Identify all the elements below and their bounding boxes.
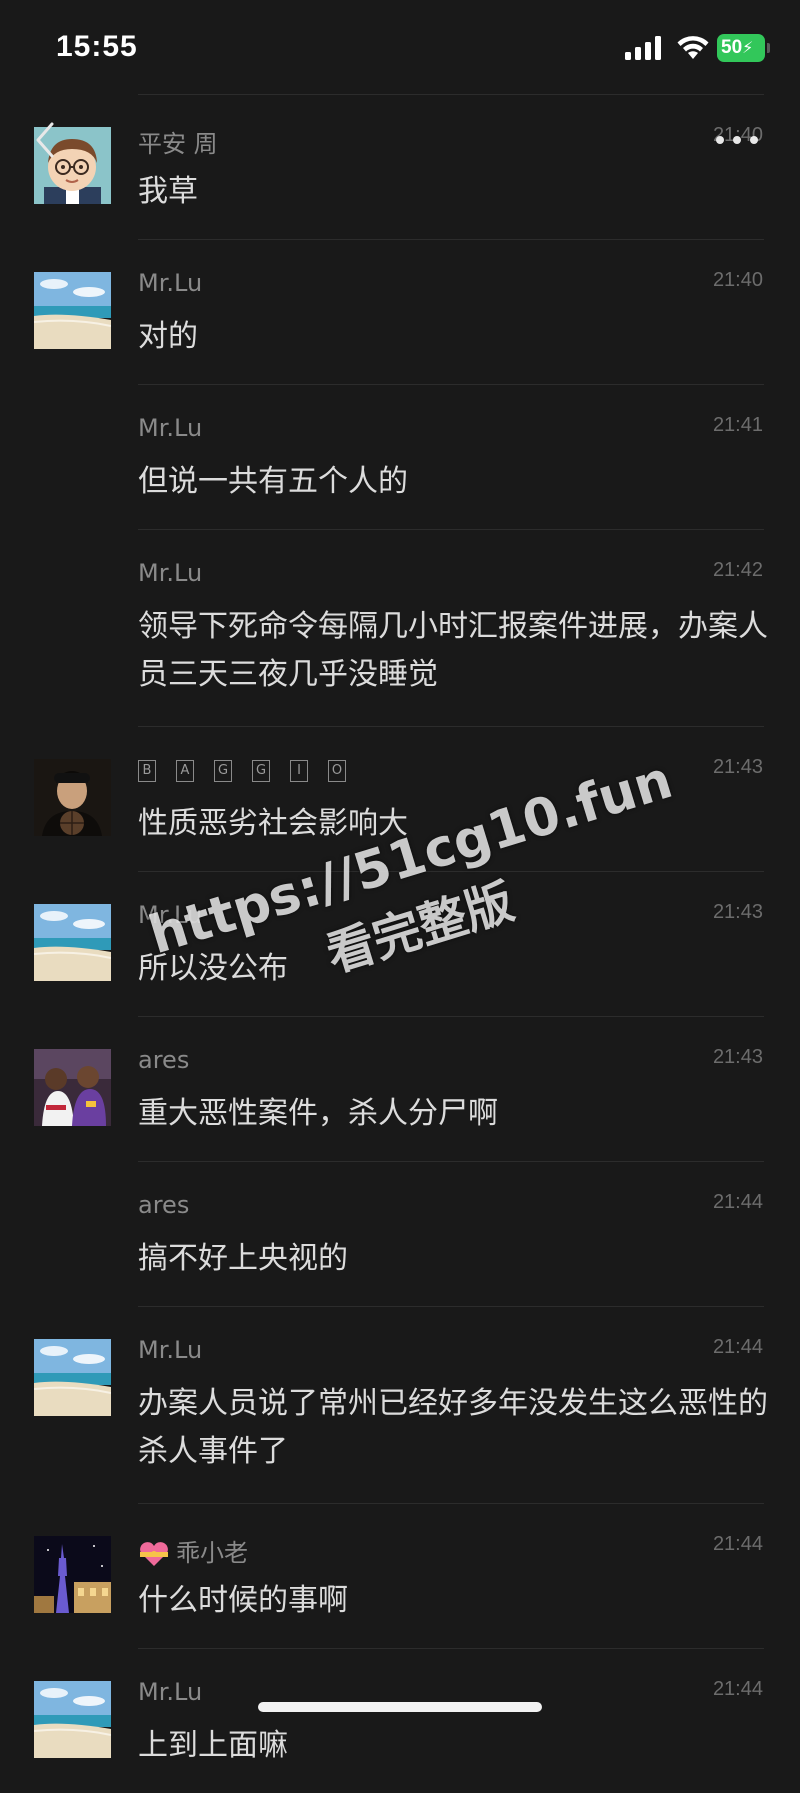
message-time: 21:44 <box>712 1678 763 1700</box>
avatar[interactable] <box>34 1049 111 1126</box>
beach-avatar <box>34 1339 111 1416</box>
message-time: 21:43 <box>712 756 763 778</box>
beach-avatar <box>34 272 111 349</box>
message-text: 性质恶劣社会影响大 <box>138 806 408 841</box>
charging-icon: ⚡ <box>742 40 754 57</box>
message-text: 上到上面嘛 <box>138 1728 288 1763</box>
chevron-left-icon[interactable] <box>30 120 62 160</box>
sender-name[interactable]: 乖小老 <box>138 1533 248 1568</box>
divider <box>138 1016 764 1017</box>
message-row[interactable]: Mr.Lu 21:43 所以没公布 <box>0 871 800 1016</box>
avatar[interactable] <box>34 1339 111 1416</box>
beach-avatar <box>34 904 111 981</box>
sender-letter-o: O <box>328 760 346 782</box>
man-dark-avatar <box>34 759 111 836</box>
message-row[interactable]: BAGGIO 21:43 性质恶劣社会影响大 <box>0 726 800 871</box>
message-time: 21:42 <box>712 559 763 581</box>
divider <box>138 871 764 872</box>
divider <box>138 94 764 95</box>
message-row[interactable]: Mr.Lu 21:44 上到上面嘛 <box>0 1648 800 1793</box>
message-text: 但说一共有五个人的 <box>138 464 408 499</box>
message-row[interactable]: Mr.Lu 21:40 对的 <box>0 239 800 384</box>
message-row[interactable]: ares 21:43 重大恶性案件，杀人分尸啊 <box>0 1016 800 1161</box>
beach-avatar <box>34 1681 111 1758</box>
more-icon[interactable] <box>712 132 762 148</box>
message-row[interactable]: 乖小老 21:44 什么时候的事啊 <box>0 1503 800 1648</box>
divider <box>138 239 764 240</box>
sender-name[interactable]: Mr.Lu <box>138 901 202 929</box>
message-text: 什么时候的事啊 <box>138 1583 348 1618</box>
eiffel-night-avatar <box>34 1536 111 1613</box>
sender-letter-g: G <box>252 760 270 782</box>
sender-name[interactable]: 平安 周 <box>138 124 218 159</box>
status-time: 15:55 <box>56 30 138 63</box>
message-text: 所以没公布 <box>138 951 288 986</box>
avatar[interactable] <box>34 272 111 349</box>
message-time: 21:44 <box>712 1533 763 1555</box>
sender-name[interactable]: ares <box>138 1191 189 1219</box>
sender-name[interactable]: ares <box>138 1046 189 1074</box>
divider <box>138 1306 764 1307</box>
message-list[interactable]: 平安 周 21:40 我草 Mr.Lu 21:40 对的 Mr.Lu 21:41… <box>0 94 800 1793</box>
status-bar: 15:55 50⚡ <box>0 0 800 95</box>
sender-name[interactable]: Mr.Lu <box>138 559 202 587</box>
divider <box>138 726 764 727</box>
sender-name[interactable]: Mr.Lu <box>138 1678 202 1706</box>
sender-letter-b: B <box>138 760 156 782</box>
home-indicator[interactable] <box>258 1702 542 1712</box>
message-row[interactable]: Mr.Lu 21:44 办案人员说了常州已经好多年没发生这么恶性的杀人事件了 <box>0 1306 800 1503</box>
heart-ribbon-icon <box>140 1542 168 1566</box>
sender-name-text: 乖小老 <box>176 1539 248 1567</box>
avatar[interactable] <box>34 904 111 981</box>
signal-icon <box>625 36 661 60</box>
battery-level: 50 <box>721 37 743 58</box>
divider <box>138 1648 764 1649</box>
divider <box>138 1503 764 1504</box>
message-time: 21:43 <box>712 901 763 923</box>
message-row[interactable]: ares 21:44 搞不好上央视的 <box>0 1161 800 1306</box>
sender-name[interactable]: Mr.Lu <box>138 1336 202 1364</box>
avatar[interactable] <box>34 1536 111 1613</box>
divider <box>138 529 764 530</box>
message-time: 21:43 <box>712 1046 763 1068</box>
message-row[interactable]: 平安 周 21:40 我草 <box>0 94 800 239</box>
divider <box>138 384 764 385</box>
message-time: 21:44 <box>712 1336 763 1358</box>
divider <box>138 1161 764 1162</box>
avatar[interactable] <box>34 1681 111 1758</box>
sender-letter-a: A <box>176 760 194 782</box>
message-time: 21:44 <box>712 1191 763 1213</box>
basketball-avatar <box>34 1049 111 1126</box>
avatar[interactable] <box>34 759 111 836</box>
message-text: 重大恶性案件，杀人分尸啊 <box>138 1096 498 1131</box>
message-text: 对的 <box>138 319 198 354</box>
message-text: 领导下死命令每隔几小时汇报案件进展，办案人员三天三夜几乎没睡觉 <box>138 609 768 692</box>
wifi-icon <box>677 36 709 59</box>
message-text: 搞不好上央视的 <box>138 1241 348 1276</box>
battery-icon: 50⚡ <box>717 34 765 62</box>
message-text: 办案人员说了常州已经好多年没发生这么恶性的杀人事件了 <box>138 1386 768 1469</box>
message-row[interactable]: Mr.Lu 21:41 但说一共有五个人的 <box>0 384 800 529</box>
message-text: 我草 <box>138 174 198 209</box>
message-row[interactable]: Mr.Lu 21:42 领导下死命令每隔几小时汇报案件进展，办案人员三天三夜几乎… <box>0 529 800 726</box>
battery-tip <box>767 43 770 53</box>
sender-letter-i: I <box>290 760 308 782</box>
sender-name[interactable]: Mr.Lu <box>138 414 202 442</box>
sender-letter-g: G <box>214 760 232 782</box>
message-time: 21:41 <box>712 414 763 436</box>
message-time: 21:40 <box>712 269 763 291</box>
sender-name[interactable]: Mr.Lu <box>138 269 202 297</box>
sender-name[interactable]: BAGGIO <box>138 756 366 784</box>
